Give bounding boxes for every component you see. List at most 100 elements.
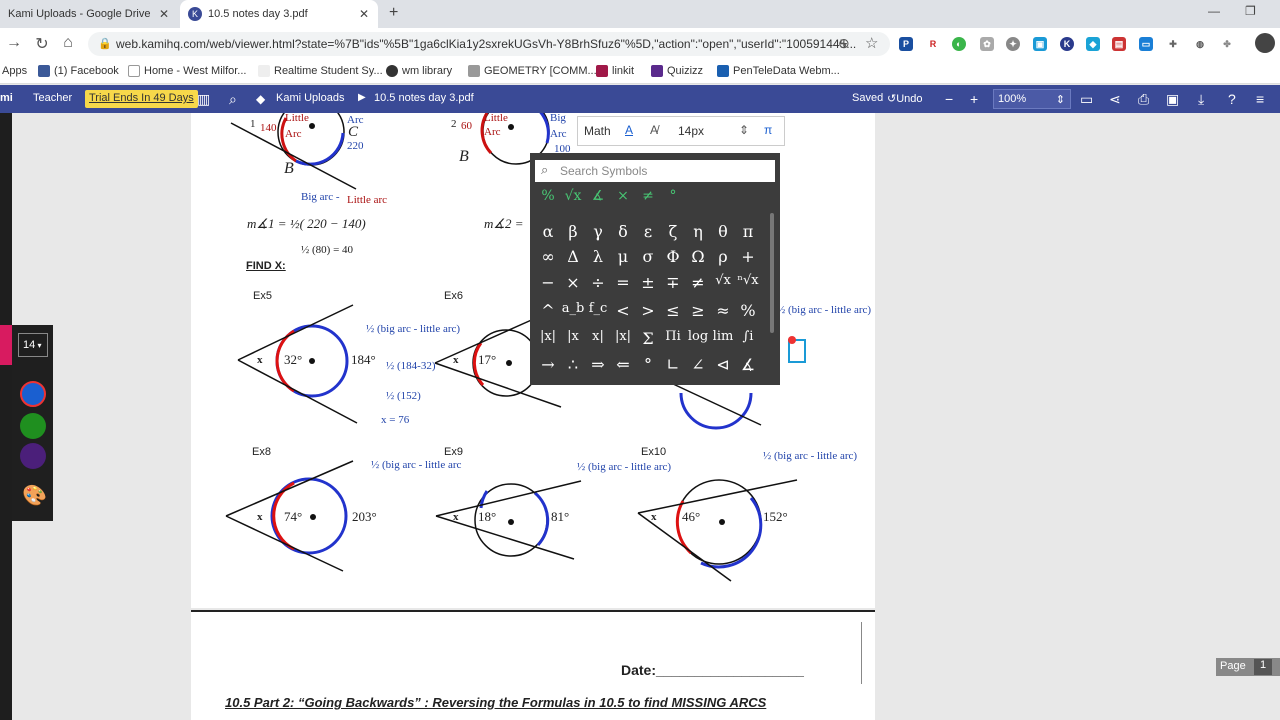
symbol-button[interactable]: ×	[561, 273, 585, 292]
extension-puzzle2-icon[interactable]: ✤	[1220, 37, 1234, 51]
symbol-button[interactable]: ±	[636, 273, 660, 292]
symbol-button[interactable]: η	[686, 222, 710, 241]
extension-puzzle-icon[interactable]: ✦	[1006, 37, 1020, 51]
search-icon[interactable]: ⌕	[229, 91, 237, 108]
symbol-button[interactable]: °	[661, 188, 685, 204]
stroke-size-select[interactable]: 14 ▾	[18, 333, 48, 357]
extension-r-icon[interactable]: R	[926, 37, 940, 51]
symbol-button[interactable]: ∟	[661, 355, 685, 374]
close-icon[interactable]: ✕	[359, 7, 369, 21]
pi-button[interactable]: π	[764, 123, 772, 137]
symbol-button[interactable]: Σ	[636, 329, 660, 348]
bookmark-apps[interactable]: Apps	[2, 65, 27, 77]
symbol-button[interactable]: θ	[711, 222, 735, 241]
extension-globe-icon[interactable]: ◍	[1193, 37, 1207, 51]
extension-blue-icon[interactable]: ▭	[1139, 37, 1153, 51]
zoom-select[interactable]: 100% ⇕	[993, 89, 1071, 109]
restore-icon[interactable]: ❐	[1245, 4, 1256, 18]
symbol-button[interactable]: ∡	[736, 355, 760, 374]
menu-icon[interactable]: ≡	[1256, 91, 1264, 107]
symbol-button[interactable]: <	[611, 301, 635, 320]
symbol-button[interactable]: λ	[586, 247, 610, 266]
extension-green-icon[interactable]: ◐	[952, 37, 966, 51]
text-color-icon[interactable]: A	[625, 123, 633, 137]
symbol-button[interactable]: ≥	[686, 301, 710, 320]
color-swatch-green[interactable]	[20, 413, 46, 439]
reload-icon[interactable]: ↻	[32, 34, 52, 54]
share-icon[interactable]: ⋖	[1109, 91, 1121, 108]
bookmark-west-milford[interactable]: Home - West Milfor...	[128, 65, 246, 77]
symbol-button[interactable]: ρ	[711, 247, 735, 266]
stepper-icon[interactable]: ⇕	[739, 123, 749, 137]
symbol-button[interactable]: |x|	[611, 329, 635, 344]
home-icon[interactable]: ⌂	[58, 34, 78, 52]
color-swatch-purple[interactable]	[20, 443, 46, 469]
symbol-button[interactable]: x|	[586, 329, 610, 344]
extension-grid-icon[interactable]: ✚	[1166, 37, 1180, 51]
symbol-button[interactable]: ∡	[586, 188, 610, 204]
symbol-button[interactable]: °	[636, 355, 660, 374]
symbol-button[interactable]: >	[636, 301, 660, 320]
symbol-button[interactable]: log	[686, 329, 710, 344]
new-tab-icon[interactable]: +	[389, 4, 398, 22]
symbol-button[interactable]: →	[536, 355, 560, 374]
bookmark-wm-library[interactable]: wm library	[386, 65, 452, 77]
symbol-button[interactable]: %	[536, 188, 560, 204]
symbol-button[interactable]: γ	[586, 222, 610, 241]
sidebar-toggle-icon[interactable]: ▥	[197, 91, 210, 108]
page-number-input[interactable]: 1	[1254, 659, 1272, 675]
bookmark-geometry[interactable]: GEOMETRY [COMM...	[468, 65, 597, 77]
scrollbar[interactable]	[770, 213, 774, 333]
symbol-button[interactable]: lim	[711, 329, 735, 344]
color-swatch-blue[interactable]	[20, 381, 46, 407]
star-icon[interactable]: ☆	[865, 34, 878, 52]
pdf-page-2[interactable]: Date:___________________ 10.5 Part 2: “G…	[191, 610, 875, 720]
symbol-button[interactable]: ≠	[686, 273, 710, 292]
bookmark-realtime[interactable]: Realtime Student Sy...	[258, 65, 383, 77]
folder-icon[interactable]: ▭	[1080, 91, 1093, 108]
symbol-button[interactable]: √x	[561, 188, 585, 204]
font-size-select[interactable]: 14px	[678, 124, 704, 138]
symbol-button[interactable]: ⇒	[586, 355, 610, 374]
symbol-button[interactable]: ^	[536, 301, 560, 320]
symbol-button[interactable]: +	[736, 247, 760, 266]
symbol-button[interactable]: ⇐	[611, 355, 635, 374]
avatar[interactable]	[1255, 33, 1275, 53]
close-icon[interactable]: ✕	[159, 7, 169, 21]
tab-kami-uploads[interactable]: Kami Uploads - Google Drive	[0, 0, 178, 28]
help-icon[interactable]: ?	[1228, 91, 1236, 107]
symbol-button[interactable]: ∓	[661, 273, 685, 292]
symbol-button[interactable]: δ	[611, 222, 635, 241]
bookmark-quizizz[interactable]: Quizizz	[651, 65, 703, 77]
bookmark-linkit[interactable]: linkit	[596, 65, 634, 77]
add-icon[interactable]: ⊕	[838, 35, 850, 52]
print-icon[interactable]: ⎙	[1138, 91, 1149, 108]
symbol-button[interactable]: √x	[711, 273, 735, 288]
symbol-button[interactable]: ∴	[561, 355, 585, 374]
symbols-search-input[interactable]: ⌕ Search Symbols	[535, 160, 775, 182]
symbol-button[interactable]: Πi	[661, 329, 685, 344]
symbol-button[interactable]: −	[536, 273, 560, 292]
zoom-in-icon[interactable]: +	[970, 91, 978, 107]
zoom-out-icon[interactable]: −	[945, 91, 953, 107]
symbol-button[interactable]: ≤	[661, 301, 685, 320]
symbol-button[interactable]: ×	[611, 188, 635, 204]
extension-screen-icon[interactable]: ▣	[1033, 37, 1047, 51]
minimize-icon[interactable]: —	[1208, 4, 1220, 18]
symbol-button[interactable]: σ	[636, 247, 660, 266]
symbol-button[interactable]: a_b	[561, 301, 585, 316]
breadcrumb-root[interactable]: Kami Uploads	[276, 92, 344, 104]
symbol-button[interactable]: |x|	[536, 329, 560, 344]
symbol-button[interactable]: ÷	[586, 273, 610, 292]
symbol-button[interactable]: |x	[561, 329, 585, 344]
symbol-button[interactable]: ζ	[661, 222, 685, 241]
extension-red-icon[interactable]: ▤	[1112, 37, 1126, 51]
symbol-button[interactable]: =	[611, 273, 635, 292]
symbol-button[interactable]: ∠	[686, 355, 710, 374]
back-icon[interactable]: →	[4, 34, 24, 52]
symbol-button[interactable]: β	[561, 222, 585, 241]
symbol-button[interactable]: ∫i	[736, 329, 760, 344]
undo-button[interactable]: ↺Undo	[887, 92, 923, 105]
palette-icon[interactable]: 🎨	[22, 483, 47, 508]
symbol-button[interactable]: ≠	[636, 188, 660, 204]
